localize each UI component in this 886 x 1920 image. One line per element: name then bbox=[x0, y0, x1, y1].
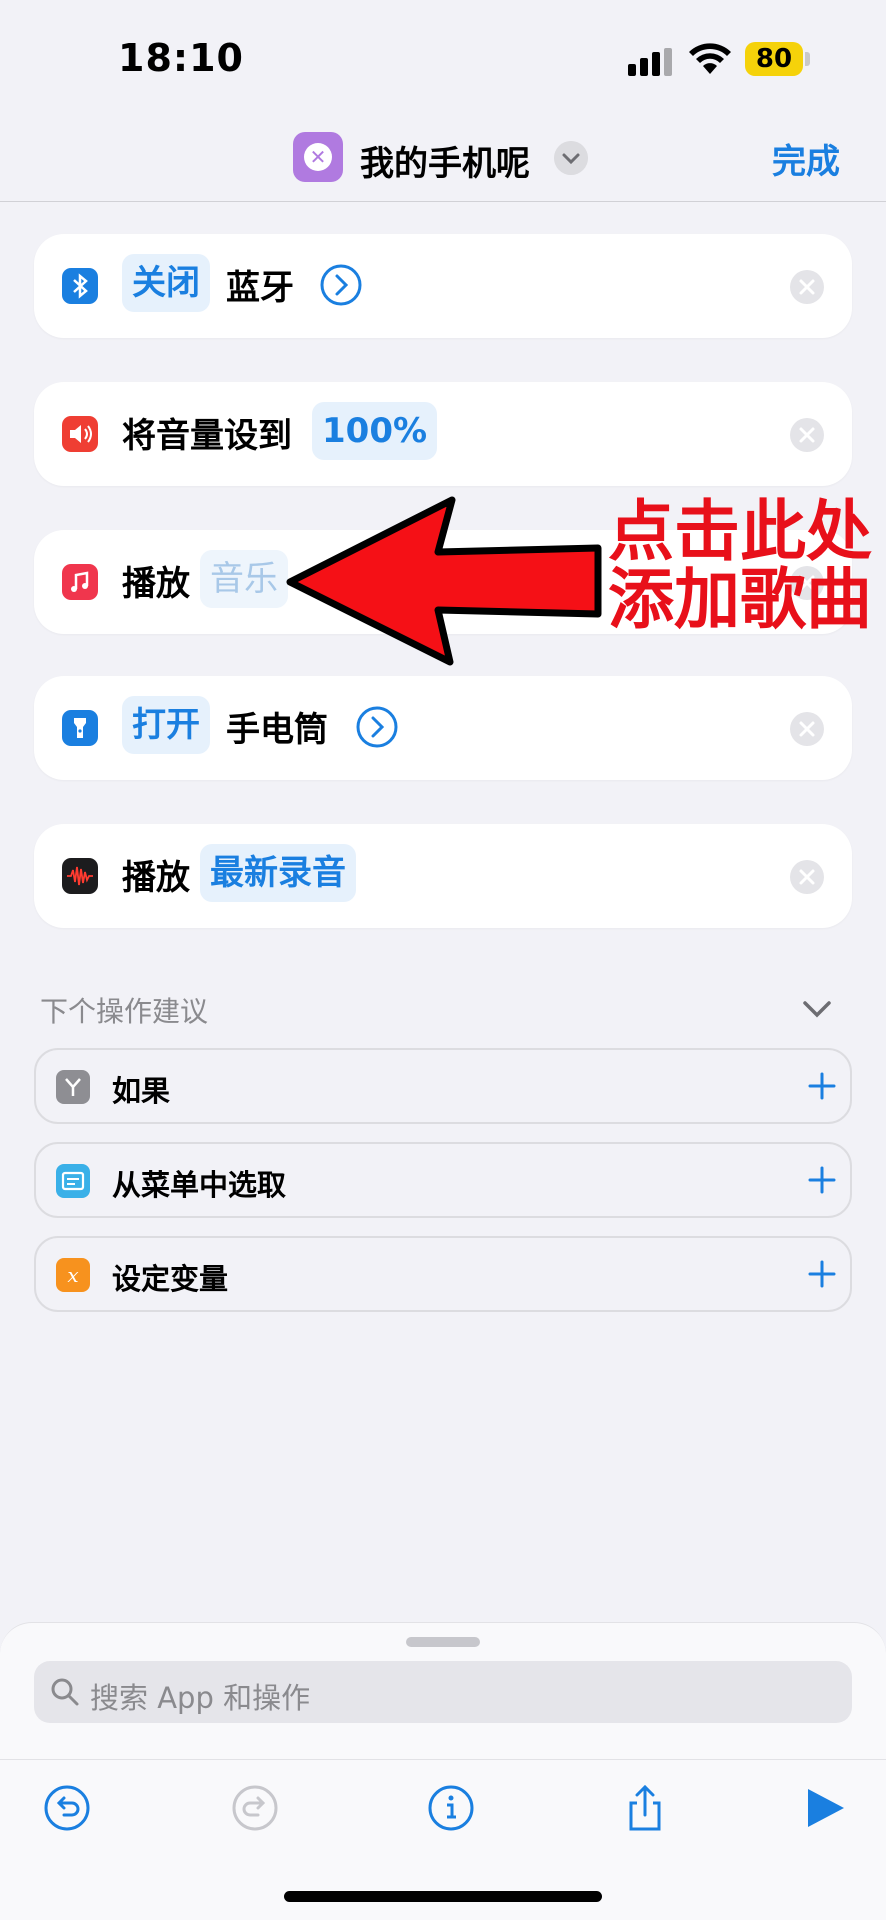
search-icon bbox=[51, 1678, 79, 1706]
done-button[interactable]: 完成 bbox=[772, 134, 840, 183]
search-input[interactable]: 搜索 App 和操作 bbox=[34, 1661, 852, 1723]
chevron-right-circle-icon[interactable] bbox=[320, 264, 362, 306]
toolbar-divider bbox=[0, 1759, 886, 1760]
menu-icon bbox=[56, 1164, 90, 1198]
undo-icon[interactable] bbox=[42, 1783, 92, 1833]
bluetooth-state-token[interactable]: 关闭 bbox=[122, 254, 210, 312]
annotation-text: 点击此处 添加歌曲 bbox=[600, 498, 880, 634]
suggestion-label: 从菜单中选取 bbox=[112, 1168, 287, 1202]
chevron-down-icon[interactable] bbox=[800, 994, 834, 1024]
volume-value-token[interactable]: 100% bbox=[312, 402, 438, 460]
cellular-signal-icon bbox=[628, 48, 672, 76]
chevron-down-icon[interactable] bbox=[554, 141, 588, 175]
action-flashlight[interactable]: 打开 手电筒 bbox=[34, 676, 852, 780]
annotation-line-2: 添加歌曲 bbox=[608, 561, 872, 638]
play-icon[interactable] bbox=[800, 1783, 850, 1833]
bluetooth-icon bbox=[62, 268, 98, 304]
action-label: 将音量设到 bbox=[122, 416, 292, 456]
home-indicator bbox=[284, 1891, 602, 1902]
action-label: 播放 bbox=[122, 858, 190, 898]
info-icon[interactable] bbox=[426, 1783, 476, 1833]
suggestion-if[interactable]: 如果 bbox=[34, 1048, 852, 1124]
shortcut-title[interactable]: 我的手机呢 bbox=[360, 136, 530, 185]
action-label: 蓝牙 bbox=[226, 268, 294, 308]
bottom-sheet: 搜索 App 和操作 bbox=[0, 1622, 886, 1920]
plus-icon[interactable] bbox=[806, 1070, 838, 1102]
chevron-right-circle-icon[interactable] bbox=[356, 706, 398, 748]
variable-icon: x bbox=[56, 1258, 90, 1292]
nav-header: ✕ 我的手机呢 完成 bbox=[0, 120, 886, 202]
if-icon bbox=[56, 1070, 90, 1104]
redo-icon[interactable] bbox=[230, 1783, 280, 1833]
annotation-line-1: 点击此处 bbox=[608, 493, 872, 570]
remove-action-icon[interactable] bbox=[790, 712, 824, 746]
remove-action-icon[interactable] bbox=[790, 860, 824, 894]
suggestion-label: 设定变量 bbox=[112, 1262, 229, 1296]
action-set-volume[interactable]: 将音量设到 100% bbox=[34, 382, 852, 486]
annotation-arrow bbox=[286, 496, 602, 666]
action-bluetooth[interactable]: 关闭 蓝牙 bbox=[34, 234, 852, 338]
music-icon bbox=[62, 564, 98, 600]
status-bar: 18:10 80 bbox=[0, 0, 886, 120]
recording-token[interactable]: 最新录音 bbox=[200, 844, 356, 902]
action-label: 手电筒 bbox=[226, 710, 328, 750]
flashlight-icon bbox=[62, 710, 98, 746]
wifi-icon bbox=[689, 43, 731, 74]
action-play-recording[interactable]: 播放 最新录音 bbox=[34, 824, 852, 928]
flashlight-state-token[interactable]: 打开 bbox=[122, 696, 210, 754]
battery-cap bbox=[805, 52, 810, 66]
speaker-icon bbox=[62, 416, 98, 452]
action-label: 播放 bbox=[122, 564, 190, 604]
remove-action-icon[interactable] bbox=[790, 270, 824, 304]
shortcut-icon[interactable]: ✕ bbox=[293, 132, 343, 182]
plus-icon[interactable] bbox=[806, 1164, 838, 1196]
battery-indicator: 80 bbox=[745, 42, 803, 76]
status-time: 18:10 bbox=[118, 36, 244, 80]
suggestion-set-variable[interactable]: x 设定变量 bbox=[34, 1236, 852, 1312]
suggestion-choose-from-menu[interactable]: 从菜单中选取 bbox=[34, 1142, 852, 1218]
suggestion-label: 如果 bbox=[112, 1074, 171, 1108]
share-icon[interactable] bbox=[620, 1783, 670, 1833]
search-placeholder: 搜索 App 和操作 bbox=[90, 1681, 311, 1715]
svg-text:x: x bbox=[67, 1263, 78, 1287]
music-placeholder-token[interactable]: 音乐 bbox=[200, 550, 288, 608]
sheet-grabber[interactable] bbox=[406, 1637, 480, 1647]
suggestions-title: 下个操作建议 bbox=[40, 995, 209, 1028]
plus-icon[interactable] bbox=[806, 1258, 838, 1290]
voice-memos-icon bbox=[62, 858, 98, 894]
remove-action-icon[interactable] bbox=[790, 418, 824, 452]
